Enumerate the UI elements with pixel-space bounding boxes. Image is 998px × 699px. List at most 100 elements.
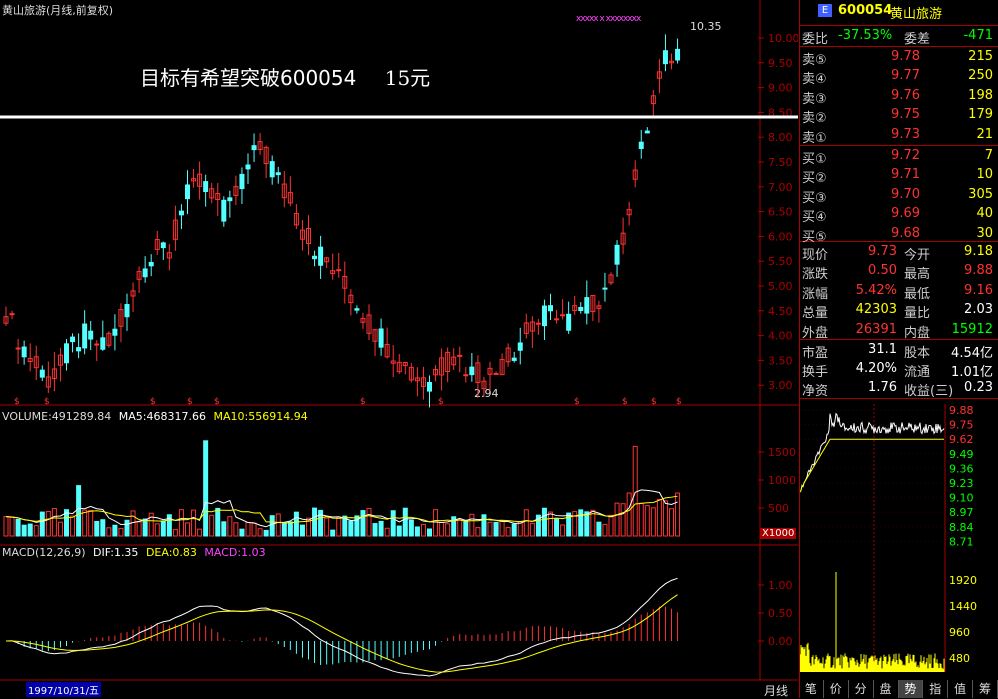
fund-row: 换手 4.20% 流通 1.01亿	[800, 360, 998, 380]
volume-bar	[172, 529, 178, 537]
volume-bar	[197, 528, 203, 537]
macd-tick: 1.00	[768, 579, 793, 592]
candle-body	[94, 343, 100, 346]
volume-bar	[372, 523, 378, 537]
price-tick: 4.50	[768, 305, 793, 318]
stat-value2: 9.16	[964, 282, 993, 298]
candle-body	[251, 145, 257, 151]
candle-body	[427, 382, 432, 392]
volume-bar	[263, 529, 269, 537]
candle-body	[312, 255, 318, 260]
volume-bar	[511, 523, 517, 537]
volume-bar	[293, 511, 299, 537]
weibi-label: 委比	[802, 32, 829, 47]
buy-row: 买② 9.71 10	[800, 166, 998, 186]
candle-body	[541, 305, 547, 327]
stat-label2: 最高	[904, 267, 931, 283]
buy-row: 买① 9.72 7	[800, 147, 998, 167]
volume-bar	[318, 509, 324, 537]
price-tick: 9.00	[768, 82, 793, 95]
volume-bar	[251, 522, 257, 537]
fund-label: 市盈	[802, 346, 829, 361]
tab-3[interactable]: 盘	[874, 680, 899, 698]
tab-4[interactable]: 势	[898, 680, 924, 698]
volume-bar	[626, 492, 632, 537]
price-tick: 5.00	[768, 280, 793, 293]
volume-bar	[299, 524, 305, 537]
event-marker: $	[14, 397, 20, 407]
volume-tick: 500	[768, 502, 789, 515]
volume-bar	[578, 509, 584, 537]
kline-chart-area[interactable]: 黄山旅游(月线,前复权) 目标有希望突破600054 15元 xxxxx x x…	[0, 0, 798, 698]
volume-bar	[45, 511, 51, 537]
intraday-vol-tick: 1440	[949, 600, 977, 613]
tab-0[interactable]: 笔	[799, 680, 824, 698]
volume-bar	[233, 522, 239, 537]
tab-2[interactable]: 分	[849, 680, 874, 698]
candle-body	[560, 314, 566, 317]
candle-body	[76, 347, 82, 352]
volume-bar	[463, 519, 469, 537]
price-tick: 6.50	[768, 206, 793, 219]
candle-body	[39, 369, 45, 378]
fund-label2: 流通	[904, 365, 931, 380]
candle-body	[517, 342, 523, 351]
candle-body	[82, 323, 88, 349]
tab-5[interactable]: 指	[923, 680, 949, 698]
candle-body	[644, 130, 650, 134]
fund-value: 31.1	[868, 342, 897, 357]
intraday-price-tick: 9.75	[949, 419, 974, 432]
period-label[interactable]: 月线	[764, 682, 788, 699]
volume-bar	[324, 517, 330, 537]
tab-1[interactable]: 价	[824, 680, 849, 698]
intraday-price-tick: 9.62	[949, 433, 974, 446]
sell-row: 卖③ 9.76 198	[800, 87, 998, 107]
price-tick: 3.00	[768, 379, 793, 392]
volume-bar	[100, 519, 106, 537]
price-tick: 3.50	[768, 354, 793, 367]
intraday-chart[interactable]: 9.88 9.759.62 9.499.36 9.23 9.108.97 8.848.71…	[800, 404, 998, 676]
volume-bar	[239, 528, 245, 537]
intraday-vol-tick: 960	[949, 626, 970, 639]
stat-value: 0.50	[868, 263, 897, 279]
volume-bar	[396, 525, 402, 537]
volume-bar	[39, 511, 45, 537]
volume-bar	[215, 507, 221, 537]
volume-bar	[614, 502, 620, 537]
candle-body	[160, 242, 166, 249]
volume-bar	[493, 521, 499, 537]
macd-tick: 0.00	[768, 635, 793, 648]
stat-label2: 内盘	[904, 325, 931, 341]
weicha-label: 委差	[904, 32, 931, 47]
dea-line	[5, 594, 678, 673]
row-vol: 10	[976, 167, 993, 183]
volume-bar	[427, 528, 432, 537]
row-label: 卖④	[802, 72, 827, 88]
stat-label: 现价	[802, 248, 829, 263]
stat-value: 9.73	[868, 244, 897, 259]
stat-row: 总量 42303 量比 2.03	[800, 301, 998, 321]
volume-bar	[390, 510, 396, 537]
volume-bar	[523, 509, 529, 537]
candle-body	[148, 261, 154, 267]
row-vol: 179	[968, 107, 993, 123]
bottom-tabs: 笔价分盘势指值筹	[799, 680, 998, 698]
volume-bar	[499, 520, 505, 537]
tab-7[interactable]: 筹	[973, 680, 998, 698]
tab-6[interactable]: 值	[948, 680, 974, 698]
candle-body	[70, 336, 76, 343]
volume-bar	[82, 509, 88, 537]
stat-label2: 今开	[904, 248, 931, 263]
volume-bar	[560, 524, 566, 537]
volume-bar	[638, 502, 644, 537]
weibi-row: 委比 -37.53% 委差 -471	[800, 27, 998, 47]
row-price: 9.73	[891, 126, 920, 142]
volume-bar	[650, 507, 656, 537]
dif-line	[5, 577, 678, 677]
quote-panel: E 600054 黄山旅游 委比 -37.53% 委差 -471 9.88 9.7…	[799, 0, 998, 698]
candle-body	[318, 246, 324, 266]
stat-label: 涨幅	[802, 286, 829, 302]
volume-bar	[33, 525, 39, 537]
stat-row: 外盘 26391 内盘 15912	[800, 321, 998, 341]
row-label: 卖②	[802, 111, 827, 127]
